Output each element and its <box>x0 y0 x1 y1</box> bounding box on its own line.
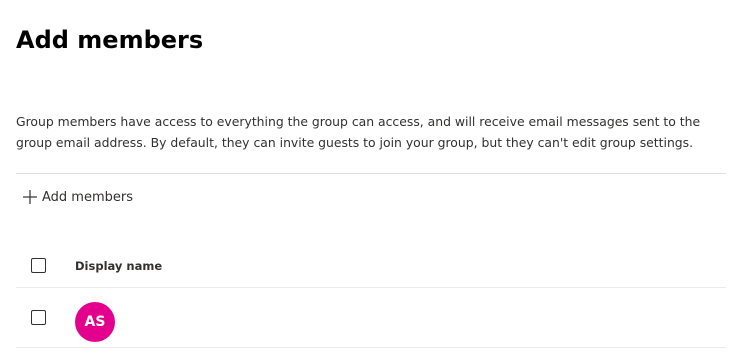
row-checkbox[interactable] <box>31 310 46 325</box>
column-header-display-name[interactable]: Display name <box>75 258 162 274</box>
table-row-divider <box>16 287 726 288</box>
add-members-button-label: Add members <box>42 189 133 205</box>
add-members-panel: Add members Group members have access to… <box>0 0 742 364</box>
add-members-button[interactable]: Add members <box>22 184 133 210</box>
plus-icon <box>22 189 38 205</box>
table-row-divider <box>16 347 726 348</box>
avatar: AS <box>75 302 115 342</box>
description-text: Group members have access to everything … <box>16 114 701 150</box>
page-title: Add members <box>16 26 204 54</box>
select-all-checkbox[interactable] <box>31 258 46 273</box>
divider <box>16 173 726 174</box>
